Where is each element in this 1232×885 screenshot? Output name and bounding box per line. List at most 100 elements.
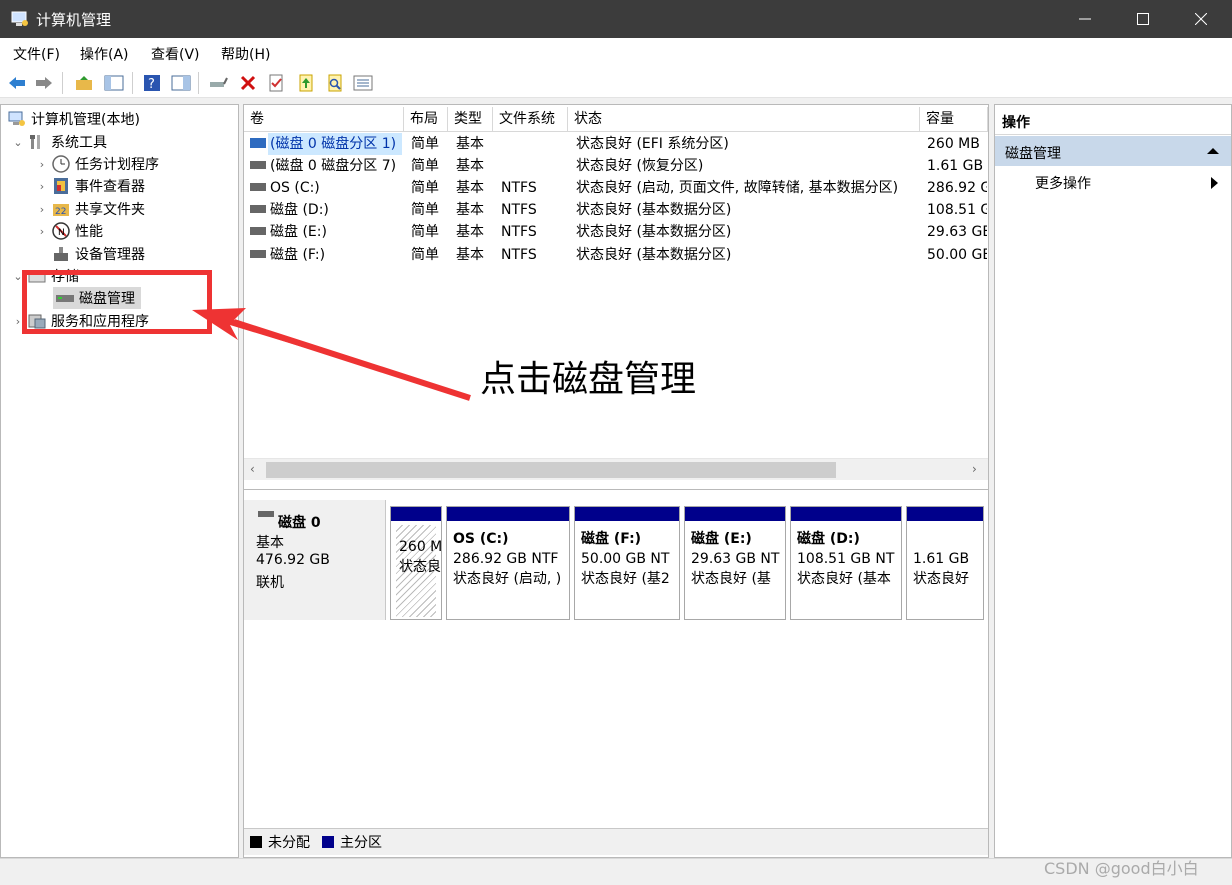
menu-help[interactable]: 帮助(H) <box>221 44 270 64</box>
partition-d[interactable]: 磁盘 (D:) 108.51 GB NT 状态良好 (基本 <box>790 506 902 620</box>
details-button[interactable] <box>352 72 374 94</box>
type-cell: 基本 <box>456 180 484 196</box>
help-icon: ? <box>144 75 160 92</box>
capacity-cell: 1.61 GB <box>927 158 984 174</box>
partition-status: 状态良 <box>399 559 441 575</box>
annotation-callout: 点击磁盘管理 <box>480 359 697 400</box>
partition-efi[interactable]: 260 M 状态良 <box>390 506 442 620</box>
column-header-filesystem[interactable]: 文件系统 <box>493 107 568 132</box>
watermark: CSDN @good白小白 <box>1044 859 1199 878</box>
chevron-down-icon[interactable]: ⌄ <box>11 136 25 149</box>
volume-icon <box>250 138 266 148</box>
partition-bar <box>447 507 569 521</box>
column-header-capacity[interactable]: 容量 <box>920 107 988 132</box>
column-header-type[interactable]: 类型 <box>448 107 493 132</box>
more-actions-item[interactable]: 更多操作 <box>995 169 1231 195</box>
partition-c[interactable]: OS (C:) 286.92 GB NTF 状态良好 (启动, ) <box>446 506 570 620</box>
search-button[interactable] <box>324 72 346 94</box>
menu-bar: 文件(F) 操作(A) 查看(V) 帮助(H) <box>0 38 1232 68</box>
disk-info-panel[interactable]: 磁盘 0 基本 476.92 GB 联机 <box>244 500 386 620</box>
tree-item-device-manager[interactable]: 设备管理器 <box>49 243 145 265</box>
tree-root-label: 计算机管理(本地) <box>31 112 140 128</box>
partition-size: 108.51 GB NT <box>797 551 895 567</box>
actions-header: 操作 <box>995 105 1231 135</box>
horizontal-scrollbar[interactable]: ‹ › <box>244 458 988 480</box>
maximize-button[interactable] <box>1114 0 1172 38</box>
menu-action[interactable]: 操作(A) <box>80 44 129 64</box>
tree-root[interactable]: 计算机管理(本地) <box>5 108 140 130</box>
up-folder-button[interactable] <box>73 72 95 94</box>
help-button[interactable]: ? <box>141 72 163 94</box>
table-row[interactable]: 磁盘 (D:) 简单 基本 NTFS 状态良好 (基本数据分区) 108.51 … <box>244 199 988 221</box>
event-viewer-icon <box>51 177 71 195</box>
partition-title: 磁盘 (E:) <box>691 531 752 547</box>
export-button[interactable] <box>295 72 317 94</box>
forward-button[interactable] <box>33 72 55 94</box>
table-row[interactable]: (磁盘 0 磁盘分区 1) 简单 基本 状态良好 (EFI 系统分区) 260 … <box>244 133 988 155</box>
layout-cell: 简单 <box>411 202 439 218</box>
tools-icon <box>27 133 47 151</box>
partition-size: 1.61 GB <box>913 551 970 567</box>
partition-title: 磁盘 (F:) <box>581 531 642 547</box>
column-header-volume[interactable]: 卷 <box>244 107 404 132</box>
navigation-tree: 计算机管理(本地) ⌄ 系统工具 › 任务计划程序 › 事件查看器 › 22 共… <box>0 104 239 858</box>
toolbar: ? <box>0 68 1232 98</box>
fs-cell: NTFS <box>501 180 537 196</box>
type-cell: 基本 <box>456 136 484 152</box>
tree-item-event-viewer[interactable]: › 事件查看器 <box>35 175 145 197</box>
title-bar[interactable]: 计算机管理 <box>0 0 1232 38</box>
tree-item-shared-folders[interactable]: › 22 共享文件夹 <box>35 198 145 220</box>
collapse-up-icon[interactable] <box>1207 147 1219 155</box>
chevron-right-icon[interactable]: › <box>35 225 49 238</box>
delete-button[interactable] <box>237 72 259 94</box>
partition-bar <box>685 507 785 521</box>
console-pane-button[interactable] <box>170 72 192 94</box>
legend-unallocated: 未分配 <box>268 835 310 851</box>
partition-recovery[interactable]: 1.61 GB 状态良好 <box>906 506 984 620</box>
minimize-button[interactable] <box>1056 0 1114 38</box>
partition-e[interactable]: 磁盘 (E:) 29.63 GB NT 状态良好 (基 <box>684 506 786 620</box>
layout-cell: 简单 <box>411 224 439 240</box>
table-row[interactable]: OS (C:) 简单 基本 NTFS 状态良好 (启动, 页面文件, 故障转储,… <box>244 177 988 199</box>
chevron-right-icon[interactable]: › <box>35 203 49 216</box>
table-row[interactable]: 磁盘 (F:) 简单 基本 NTFS 状态良好 (基本数据分区) 50.00 G… <box>244 244 988 266</box>
tree-item-label: 性能 <box>75 224 103 240</box>
volume-cell: (磁盘 0 磁盘分区 1) <box>268 133 402 155</box>
partition-f[interactable]: 磁盘 (F:) 50.00 GB NT 状态良好 (基2 <box>574 506 680 620</box>
chevron-right-icon[interactable]: › <box>35 158 49 171</box>
tree-item-system-tools[interactable]: ⌄ 系统工具 <box>11 131 107 153</box>
submenu-arrow-icon <box>1211 177 1218 189</box>
table-row[interactable]: 磁盘 (E:) 简单 基本 NTFS 状态良好 (基本数据分区) 29.63 G… <box>244 221 988 243</box>
computer-management-icon <box>7 110 27 128</box>
tree-item-task-scheduler[interactable]: › 任务计划程序 <box>35 153 159 175</box>
disk-graphical-view: 磁盘 0 基本 476.92 GB 联机 260 M 状态良 OS (C:) 2… <box>244 489 988 629</box>
back-button[interactable] <box>6 72 28 94</box>
volume-cell: OS (C:) <box>270 180 320 196</box>
properties-button[interactable] <box>265 72 287 94</box>
volume-icon <box>250 250 266 258</box>
svg-text:22: 22 <box>55 207 66 217</box>
fs-cell: NTFS <box>501 224 537 240</box>
partition-status: 状态良好 (基2 <box>581 571 670 587</box>
menu-file[interactable]: 文件(F) <box>13 44 60 64</box>
scroll-right-icon[interactable]: › <box>972 462 977 476</box>
menu-view[interactable]: 查看(V) <box>151 44 200 64</box>
partition-status: 状态良好 (基 <box>691 571 771 587</box>
scroll-left-icon[interactable]: ‹ <box>250 462 255 476</box>
layout-cell: 简单 <box>411 136 439 152</box>
partition-size: 50.00 GB NT <box>581 551 670 567</box>
column-header-status[interactable]: 状态 <box>568 107 920 132</box>
actions-pane: 操作 磁盘管理 更多操作 <box>994 104 1232 858</box>
chevron-right-icon[interactable]: › <box>35 180 49 193</box>
capacity-cell: 50.00 GB <box>927 247 987 263</box>
close-button[interactable] <box>1172 0 1230 38</box>
table-row[interactable]: (磁盘 0 磁盘分区 7) 简单 基本 状态良好 (恢复分区) 1.61 GB <box>244 155 988 177</box>
tree-item-performance[interactable]: › N 性能 <box>35 220 103 242</box>
tree-item-label: 事件查看器 <box>75 179 145 195</box>
actions-section-disk-management[interactable]: 磁盘管理 <box>995 136 1231 166</box>
show-hide-tree-button[interactable] <box>103 72 125 94</box>
connect-button[interactable] <box>207 72 229 94</box>
scrollbar-thumb[interactable] <box>266 462 836 478</box>
column-header-layout[interactable]: 布局 <box>404 107 448 132</box>
partition-text: OS (C:) 286.92 GB NTF 状态良好 (启动, ) <box>447 521 569 589</box>
